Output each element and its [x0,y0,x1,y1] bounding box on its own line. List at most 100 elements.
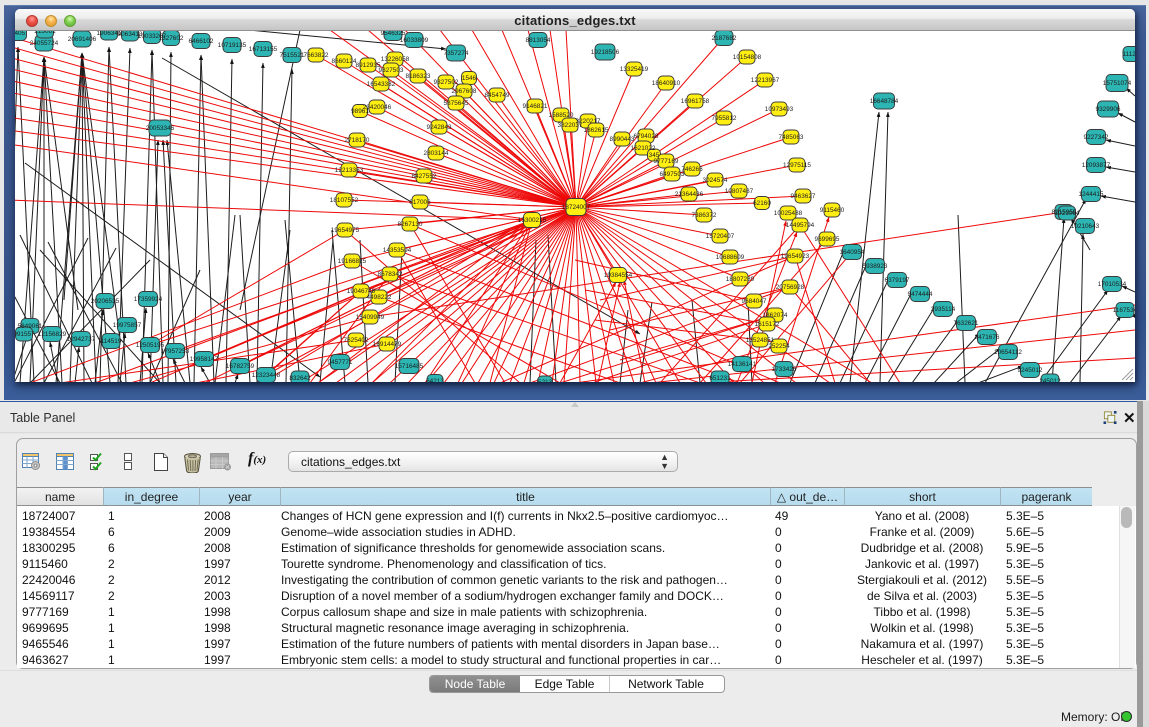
svg-text:1362615: 1362615 [584,127,609,134]
svg-text:9463627: 9463627 [791,193,816,200]
svg-text:16543382: 16543382 [367,81,396,88]
svg-text:9327502: 9327502 [434,79,459,86]
svg-text:16033809: 16033809 [400,37,429,44]
svg-text:16961758: 16961758 [681,98,710,105]
svg-text:7625402: 7625402 [344,337,369,344]
svg-text:19654923: 19654923 [781,253,810,260]
svg-text:24055724: 24055724 [30,40,59,47]
svg-text:9684047: 9684047 [742,298,767,305]
svg-text:1640954: 1640954 [840,249,865,256]
svg-text:15300215: 15300215 [518,217,547,224]
svg-text:12213967: 12213967 [751,77,780,84]
svg-text:18807289: 18807289 [726,276,755,283]
svg-text:15720407: 15720407 [706,233,735,240]
svg-text:114519: 114519 [101,338,122,345]
svg-text:12323448: 12323448 [252,372,281,379]
svg-text:7386372: 7386372 [692,212,717,219]
svg-text:12213363: 12213363 [335,167,364,174]
svg-text:19384554: 19384554 [604,272,633,279]
svg-text:991557: 991557 [15,331,35,338]
svg-text:12093877: 12093877 [1082,162,1111,169]
svg-text:5849061: 5849061 [18,323,43,330]
svg-text:10025488: 10025488 [774,210,803,217]
svg-text:9227342: 9227342 [1084,134,1109,141]
svg-text:10654112: 10654112 [994,349,1022,356]
svg-text:20206535: 20206535 [91,298,120,305]
svg-text:9777169: 9777169 [654,158,679,165]
svg-text:18640910: 18640910 [652,80,681,87]
svg-text:1327602: 1327602 [159,35,184,42]
svg-text:10719135: 10719135 [218,42,247,49]
svg-text:3822037: 3822037 [558,122,583,129]
svg-text:6794028: 6794028 [634,133,659,140]
svg-text:7663822: 7663822 [304,52,329,59]
svg-text:1167534: 1167534 [1113,307,1135,314]
svg-text:7515521: 7515521 [280,52,305,59]
svg-text:1362074: 1362074 [763,312,788,319]
svg-text:20691406: 20691406 [68,36,97,43]
svg-text:10807487: 10807487 [725,188,754,195]
svg-text:19218506: 19218506 [591,49,620,56]
svg-text:12942737: 12942737 [67,336,96,343]
svg-text:9245012: 9245012 [1018,367,1043,374]
svg-text:245012: 245012 [1039,378,1061,382]
svg-text:13325419: 13325419 [620,66,649,73]
svg-text:5213: 5213 [538,379,553,382]
svg-text:19654975: 19654975 [331,227,360,234]
svg-text:651231: 651231 [709,375,731,382]
svg-text:1621022: 1621022 [631,145,656,152]
svg-text:10973493: 10973493 [765,106,794,113]
svg-text:8186323: 8186323 [406,73,431,80]
svg-text:1021064: 1021064 [1055,210,1080,217]
svg-text:8660124: 8660124 [332,58,357,65]
svg-text:8454749: 8454749 [485,92,510,99]
svg-text:6466102: 6466102 [189,38,214,45]
svg-text:20053346: 20053346 [146,125,175,132]
svg-text:2405: 2405 [15,31,26,37]
svg-text:2803144: 2803144 [424,150,449,157]
svg-text:12975115: 12975115 [783,162,811,169]
svg-text:20756928: 20756928 [776,284,805,291]
svg-text:15409949: 15409949 [356,314,385,321]
svg-text:1615172: 1615172 [755,321,780,328]
svg-text:10154808: 10154808 [733,54,762,61]
svg-text:9115460: 9115460 [820,207,845,214]
svg-text:17359924: 17359924 [134,296,163,303]
svg-text:6497503: 6497503 [660,171,685,178]
svg-text:14136141: 14136141 [728,361,757,368]
svg-text:6379197: 6379197 [885,277,910,284]
svg-text:9146821: 9146821 [523,103,548,110]
svg-text:7485063: 7485063 [779,134,804,141]
svg-text:1588520: 1588520 [549,112,574,119]
svg-text:18107552: 18107552 [330,197,359,204]
svg-text:12156829: 12156829 [38,331,67,338]
svg-text:9699695: 9699695 [815,236,840,243]
svg-text:1733426: 1733426 [772,366,797,373]
svg-text:832642: 832642 [289,375,311,382]
svg-text:8678342: 8678342 [378,271,403,278]
svg-text:15751074: 15751074 [1103,80,1132,87]
svg-text:11123: 11123 [1123,51,1135,58]
svg-text:16782759: 16782759 [226,363,255,370]
svg-text:2187682: 2187682 [712,35,737,42]
svg-text:19166825: 19166825 [338,258,367,265]
svg-text:7357274: 7357274 [444,50,469,57]
svg-text:4498222: 4498222 [367,294,392,301]
svg-text:3024574: 3024574 [703,177,728,184]
svg-text:19975857: 19975857 [113,322,142,329]
svg-text:8912935: 8912935 [356,62,381,69]
svg-text:17957253: 17957253 [161,348,190,355]
svg-text:5875645: 5875645 [444,100,469,107]
svg-text:98961: 98961 [351,108,369,115]
svg-text:213061: 213061 [34,31,56,35]
svg-text:64213: 64213 [426,378,444,382]
svg-text:9327503: 9327503 [379,67,404,74]
svg-text:14495794: 14495794 [786,222,815,229]
svg-text:13226058: 13226058 [381,56,410,63]
svg-text:8990443: 8990443 [610,136,635,143]
svg-text:7632621: 7632621 [954,320,979,327]
svg-text:9474444: 9474444 [908,291,933,298]
svg-text:10210643: 10210643 [1071,223,1100,230]
svg-text:19958147: 19958147 [190,356,219,363]
svg-text:10688609: 10688609 [716,254,745,261]
